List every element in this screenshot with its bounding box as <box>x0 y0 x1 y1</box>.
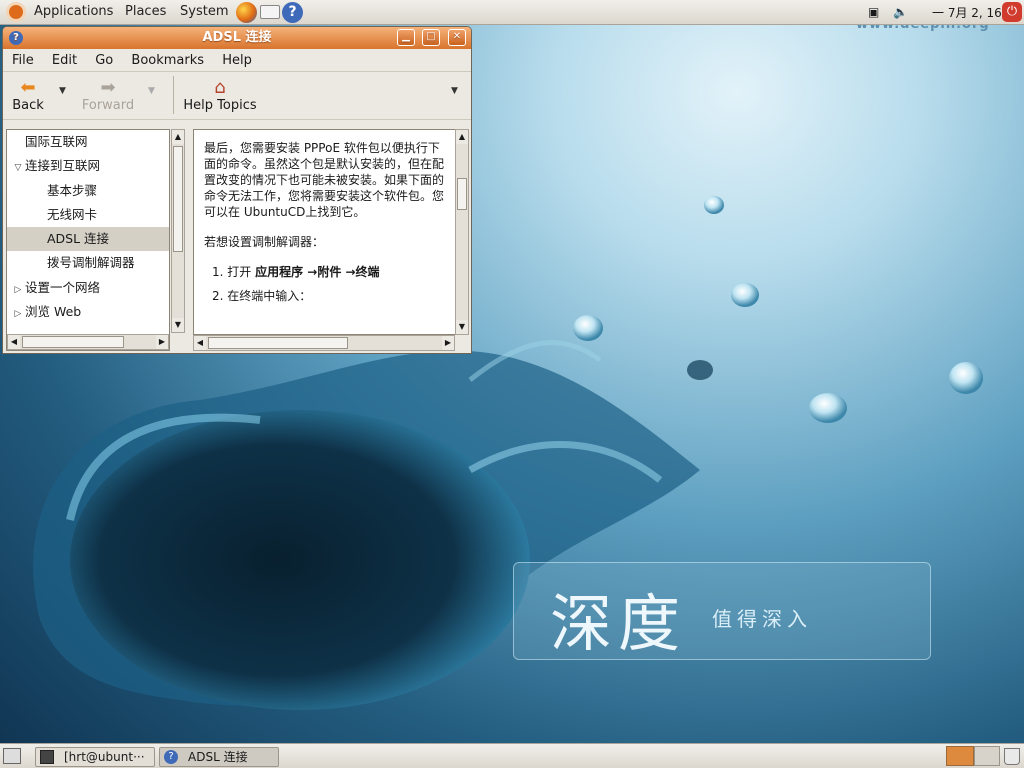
network-icon[interactable]: ▣ <box>868 5 879 19</box>
window-toolbar: ⬅ Back ▼ ➡ Forward ▼ ⌂ Help Topics ▼ <box>3 72 471 120</box>
tree-item[interactable]: ▷ 浏览 Web <box>7 300 169 324</box>
trash-icon[interactable] <box>1004 748 1020 765</box>
tree-item-label: 基本步骤 <box>47 182 98 198</box>
menu-path: 应用程序 →附件 →终端 <box>255 265 380 279</box>
tree-item-label: 拨号调制解调器 <box>47 255 135 271</box>
scroll-left-arrow-icon[interactable]: ◀ <box>8 335 20 349</box>
content-paragraph: 最后，您需要安装 PPPoE 软件包以便执行下面的命令。虽然这个包是默认安装的，… <box>204 141 445 219</box>
terminal-icon <box>40 750 54 764</box>
content-paragraph: 若想设置调制解调器： <box>204 235 325 249</box>
mail-icon[interactable] <box>260 5 280 19</box>
menu-places[interactable]: Places <box>125 4 166 19</box>
forward-label: Forward <box>81 98 135 113</box>
expander-right-icon[interactable]: ▷ <box>11 278 25 302</box>
tree-item[interactable]: 无线网卡 <box>7 203 169 227</box>
back-label: Back <box>12 98 44 113</box>
tree-item[interactable]: 基本步骤 <box>7 179 169 203</box>
workspace-1[interactable] <box>946 746 974 766</box>
menu-bookmarks[interactable]: Bookmarks <box>131 53 204 68</box>
home-icon: ⌂ <box>214 77 226 98</box>
bottom-panel: [hrt@ubunt··· ? ADSL 连接 <box>0 743 1024 768</box>
tree-item[interactable]: ▽ 连接到互联网 <box>7 154 169 178</box>
minimize-button[interactable]: ▁ <box>397 29 415 46</box>
show-desktop-icon[interactable] <box>3 748 21 764</box>
tree-list: 国际互联网 ▽ 连接到互联网 基本步骤 无线网卡 ADSL 连接 拨号调制解调器 ▷ 设置一个网… <box>7 130 169 334</box>
scroll-up-arrow-icon[interactable]: ▲ <box>456 130 468 144</box>
toolbar-overflow-dropdown[interactable]: ▼ <box>451 86 458 96</box>
help-window-icon: ? <box>9 31 23 45</box>
tree-hscroll-thumb[interactable] <box>22 336 124 348</box>
menu-edit[interactable]: Edit <box>52 53 77 68</box>
help-icon[interactable]: ? <box>282 2 303 23</box>
tree-vscroll-thumb[interactable] <box>173 146 183 252</box>
forward-history-dropdown[interactable]: ▼ <box>148 86 155 96</box>
menu-applications[interactable]: Applications <box>34 4 113 19</box>
help-topics-button[interactable]: ⌂ Help Topics <box>183 77 257 114</box>
tree-vscrollbar[interactable]: ▲ ▼ <box>171 129 185 333</box>
list-item: 2. 在终端中输入： <box>212 289 312 303</box>
menu-help[interactable]: Help <box>222 53 252 68</box>
tree-item[interactable]: ADSL 连接 <box>7 227 169 252</box>
brand-title: 深度 <box>550 587 687 660</box>
expander-down-icon[interactable]: ▽ <box>11 156 25 180</box>
window-titlebar[interactable]: ? ADSL 连接 ▁ □ ✕ <box>3 27 471 49</box>
tree-item[interactable]: 国际互联网 <box>7 130 169 154</box>
maximize-button[interactable]: □ <box>422 29 440 46</box>
taskbar-label: ADSL 连接 <box>188 750 248 764</box>
forward-button[interactable]: ➡ Forward <box>81 77 135 114</box>
tree-item-label: 无线网卡 <box>47 206 98 222</box>
taskbar-item-help[interactable]: ? ADSL 连接 <box>159 747 279 767</box>
topics-tree: 国际互联网 ▽ 连接到互联网 基本步骤 无线网卡 ADSL 连接 拨号调制解调器 ▷ 设置一个网… <box>6 129 170 351</box>
volume-icon[interactable]: 🔈 <box>893 5 908 19</box>
taskbar-label: [hrt@ubunt··· <box>64 750 145 764</box>
tree-item[interactable]: ▷ 设置一个网络 <box>7 276 169 300</box>
tree-hscrollbar[interactable]: ◀ ▶ <box>7 334 169 350</box>
scroll-down-arrow-icon[interactable]: ▼ <box>456 320 468 334</box>
back-history-dropdown[interactable]: ▼ <box>59 86 66 96</box>
help-window: ? ADSL 连接 ▁ □ ✕ File Edit Go Bookmarks H… <box>2 26 472 354</box>
help-icon: ? <box>164 750 178 764</box>
back-button[interactable]: ⬅ Back <box>11 77 45 114</box>
tree-item-label: 浏览 Web <box>25 304 82 320</box>
back-arrow-icon: ⬅ <box>20 77 36 98</box>
brand-slogan: 值得深入 <box>712 607 812 631</box>
content-vscroll-thumb[interactable] <box>457 178 467 210</box>
taskbar-item-terminal[interactable]: [hrt@ubunt··· <box>35 747 155 767</box>
scroll-left-arrow-icon[interactable]: ◀ <box>194 336 206 350</box>
window-menubar: File Edit Go Bookmarks Help <box>3 49 471 72</box>
help-topics-label: Help Topics <box>183 98 257 113</box>
menu-file[interactable]: File <box>12 53 34 68</box>
menu-system[interactable]: System <box>180 4 228 19</box>
tree-item-label: 国际互联网 <box>25 134 88 149</box>
help-content: 最后，您需要安装 PPPoE 软件包以便执行下面的命令。虽然这个包是默认安装的，… <box>193 129 458 335</box>
tree-item-label: 连接到互联网 <box>25 158 101 174</box>
content-vscrollbar[interactable]: ▲ ▼ <box>455 129 469 335</box>
scroll-right-arrow-icon[interactable]: ▶ <box>156 335 168 349</box>
scroll-up-arrow-icon[interactable]: ▲ <box>172 130 184 144</box>
content-hscrollbar[interactable]: ◀ ▶ <box>193 335 455 351</box>
scroll-right-arrow-icon[interactable]: ▶ <box>442 336 454 350</box>
deepin-brand-panel: 深度 值得深入 <box>513 562 931 660</box>
tree-item-label: 设置一个网络 <box>25 279 101 295</box>
close-button[interactable]: ✕ <box>448 29 466 46</box>
firefox-icon[interactable] <box>236 2 257 23</box>
list-item: 1. 打开 应用程序 →附件 →终端 <box>212 264 447 280</box>
tree-item[interactable]: 拨号调制解调器 <box>7 251 169 275</box>
tree-item-label: ADSL 连接 <box>47 231 110 247</box>
scroll-down-arrow-icon[interactable]: ▼ <box>172 318 184 332</box>
forward-arrow-icon: ➡ <box>100 77 116 98</box>
workspace-2[interactable] <box>974 746 1000 766</box>
content-hscroll-thumb[interactable] <box>208 337 348 349</box>
window-title: ADSL 连接 <box>202 30 272 45</box>
step-text: 1. 打开 <box>212 265 256 279</box>
expander-right-icon[interactable]: ▷ <box>11 302 25 326</box>
top-panel: Applications Places System ? ▣ 🔈 一 7月 2,… <box>0 0 1024 25</box>
power-icon[interactable]: ⏻ <box>1002 2 1022 22</box>
menu-go[interactable]: Go <box>95 53 113 68</box>
toolbar-separator <box>173 76 174 114</box>
ubuntu-logo-icon[interactable] <box>6 2 26 22</box>
